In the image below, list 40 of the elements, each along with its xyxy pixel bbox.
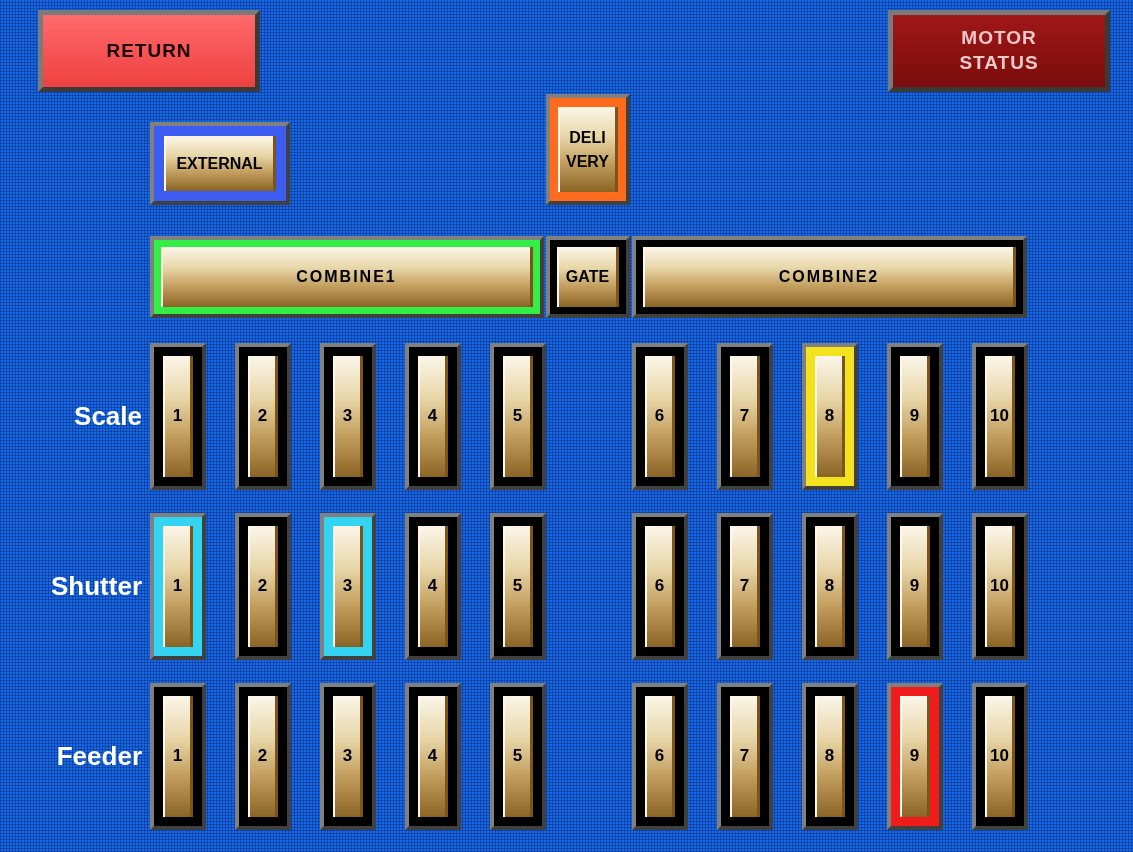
row-label: Shutter [51,571,143,602]
unit-button[interactable]: 5 [490,683,546,830]
unit-button[interactable]: 1 [150,683,206,830]
section-button[interactable]: GATE [546,236,630,318]
unit-button[interactable]: 3 [320,513,376,660]
unit-button[interactable]: 4 [405,513,461,660]
unit-button[interactable]: 1 [150,513,206,660]
unit-button[interactable]: 4 [405,343,461,490]
unit-button[interactable]: 5 [490,343,546,490]
row-label: Scale [74,401,143,432]
unit-button[interactable]: 9 [887,513,943,660]
return-button[interactable]: RETURN [38,10,260,92]
mode-button[interactable]: DELI VERY [546,94,630,205]
section-button[interactable]: COMBINE1 [150,236,544,318]
unit-button[interactable]: 7 [717,513,773,660]
unit-button[interactable]: 2 [235,343,291,490]
unit-button[interactable]: 7 [717,683,773,830]
unit-button[interactable]: 10 [972,513,1028,660]
unit-button[interactable]: 1 [150,343,206,490]
unit-button[interactable]: 2 [235,683,291,830]
unit-button[interactable]: 10 [972,343,1028,490]
unit-button[interactable]: 9 [887,343,943,490]
unit-button[interactable]: 3 [320,683,376,830]
unit-button[interactable]: 10 [972,683,1028,830]
unit-button[interactable]: 5 [490,513,546,660]
unit-button[interactable]: 8 [802,683,858,830]
unit-button[interactable]: 7 [717,343,773,490]
mode-button[interactable]: EXTERNAL [150,122,290,205]
unit-button[interactable]: 8 [802,513,858,660]
unit-button[interactable]: 3 [320,343,376,490]
motor-status-button[interactable]: MOTOR STATUS [888,10,1110,92]
unit-button[interactable]: 6 [632,683,688,830]
section-button[interactable]: COMBINE2 [632,236,1027,318]
unit-button[interactable]: 2 [235,513,291,660]
unit-button[interactable]: 6 [632,513,688,660]
unit-button[interactable]: 4 [405,683,461,830]
unit-button[interactable]: 6 [632,343,688,490]
unit-button[interactable]: 9 [887,683,943,830]
unit-button[interactable]: 8 [802,343,858,490]
row-label: Feeder [56,741,143,772]
